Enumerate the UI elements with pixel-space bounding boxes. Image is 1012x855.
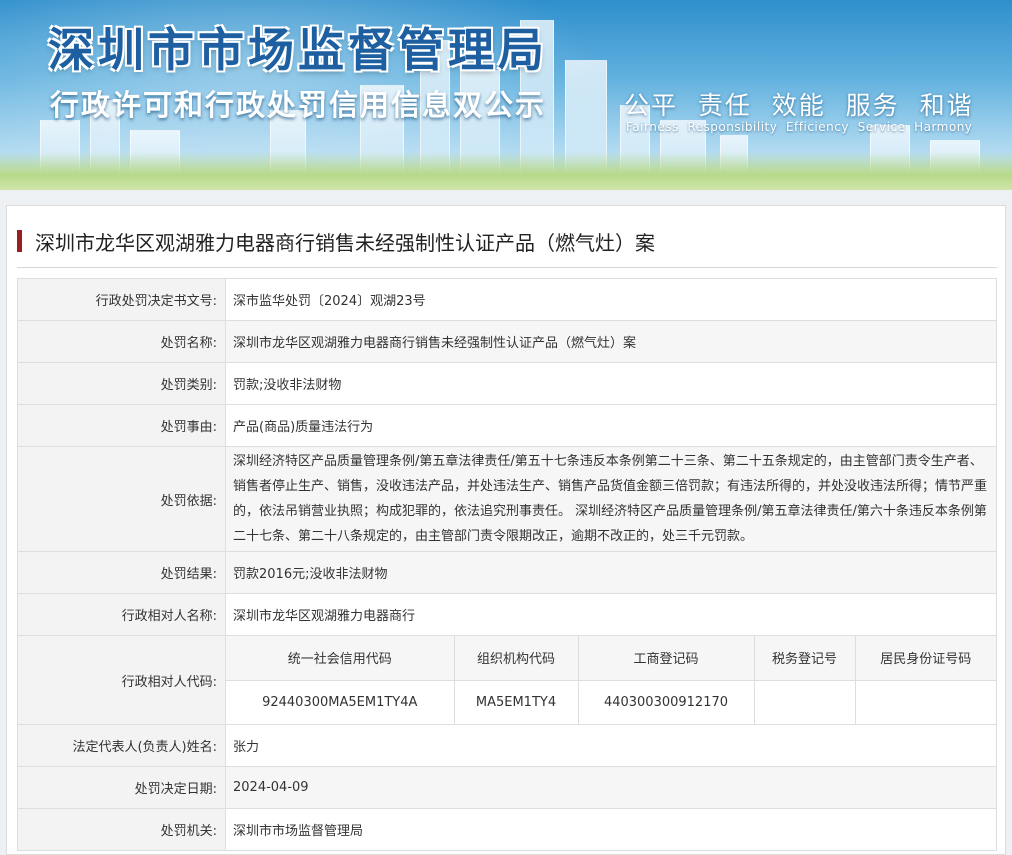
- penalty-basis-label: 处罚依据:: [17, 446, 226, 552]
- authority-value: 深圳市市场监督管理局: [225, 808, 997, 851]
- org-code-value: MA5EM1TY4: [454, 680, 579, 724]
- penalty-result-label: 处罚结果:: [17, 551, 226, 594]
- tax-reg-value: [754, 680, 856, 724]
- tax-reg-header: 税务登记号: [754, 636, 856, 681]
- business-reg-header: 工商登记码: [578, 636, 755, 681]
- credit-code-value: 92440300MA5EM1TY4A: [226, 680, 455, 724]
- penalty-name-value: 深圳市龙华区观湖雅力电器商行销售未经强制性认证产品（燃气灶）案: [225, 320, 997, 363]
- legal-rep-label: 法定代表人(负责人)姓名:: [17, 724, 226, 767]
- penalty-basis-value: 深圳经济特区产品质量管理条例/第五章法律责任/第五十七条违反本条例第二十三条、第…: [225, 446, 997, 552]
- id-number-header: 居民身份证号码: [855, 636, 996, 681]
- party-code-cell: 统一社会信用代码 组织机构代码 工商登记码 税务登记号 居民身份证号码 9244…: [225, 635, 997, 725]
- penalty-reason-value: 产品(商品)质量违法行为: [225, 404, 997, 447]
- site-title: 深圳市市场监督管理局: [48, 23, 548, 77]
- party-code-label: 行政相对人代码:: [17, 635, 226, 725]
- penalty-reason-label: 处罚事由:: [17, 404, 226, 447]
- title-accent-bar: [17, 230, 22, 252]
- doc-no-value: 深市监华处罚〔2024〕观湖23号: [225, 278, 997, 321]
- decision-date-label: 处罚决定日期:: [17, 766, 226, 809]
- penalty-type-label: 处罚类别:: [17, 362, 226, 405]
- case-info-table: 行政处罚决定书文号: 深市监华处罚〔2024〕观湖23号 处罚名称: 深圳市龙华…: [17, 278, 997, 851]
- id-number-value: [855, 680, 996, 724]
- case-title: 深圳市龙华区观湖雅力电器商行销售未经强制性认证产品（燃气灶）案: [35, 231, 655, 255]
- motto-english: Fairness Responsibility Efficiency Servi…: [626, 120, 973, 134]
- party-code-table: 统一社会信用代码 组织机构代码 工商登记码 税务登记号 居民身份证号码 9244…: [226, 636, 996, 724]
- header-banner: 深圳市市场监督管理局 行政许可和行政处罚信用信息双公示 公平 责任 效能 服务 …: [0, 0, 1012, 190]
- case-title-bar: 深圳市龙华区观湖雅力电器商行销售未经强制性认证产品（燃气灶）案: [17, 222, 997, 268]
- decision-date-value: 2024-04-09: [225, 766, 997, 809]
- party-name-label: 行政相对人名称:: [17, 593, 226, 636]
- ground: [0, 152, 1012, 190]
- penalty-type-value: 罚款;没收非法财物: [225, 362, 997, 405]
- doc-no-label: 行政处罚决定书文号:: [17, 278, 226, 321]
- penalty-name-label: 处罚名称:: [17, 320, 226, 363]
- case-detail-panel: 深圳市龙华区观湖雅力电器商行销售未经强制性认证产品（燃气灶）案 行政处罚决定书文…: [6, 205, 1006, 855]
- penalty-result-value: 罚款2016元;没收非法财物: [225, 551, 997, 594]
- party-name-value: 深圳市龙华区观湖雅力电器商行: [225, 593, 997, 636]
- legal-rep-value: 张力: [225, 724, 997, 767]
- business-reg-value: 440300300912170: [578, 680, 755, 724]
- authority-label: 处罚机关:: [17, 808, 226, 851]
- org-code-header: 组织机构代码: [454, 636, 579, 681]
- motto-chinese: 公平 责任 效能 服务 和谐: [624, 91, 974, 120]
- site-subtitle: 行政许可和行政处罚信用信息双公示: [50, 88, 547, 122]
- credit-code-header: 统一社会信用代码: [226, 636, 455, 681]
